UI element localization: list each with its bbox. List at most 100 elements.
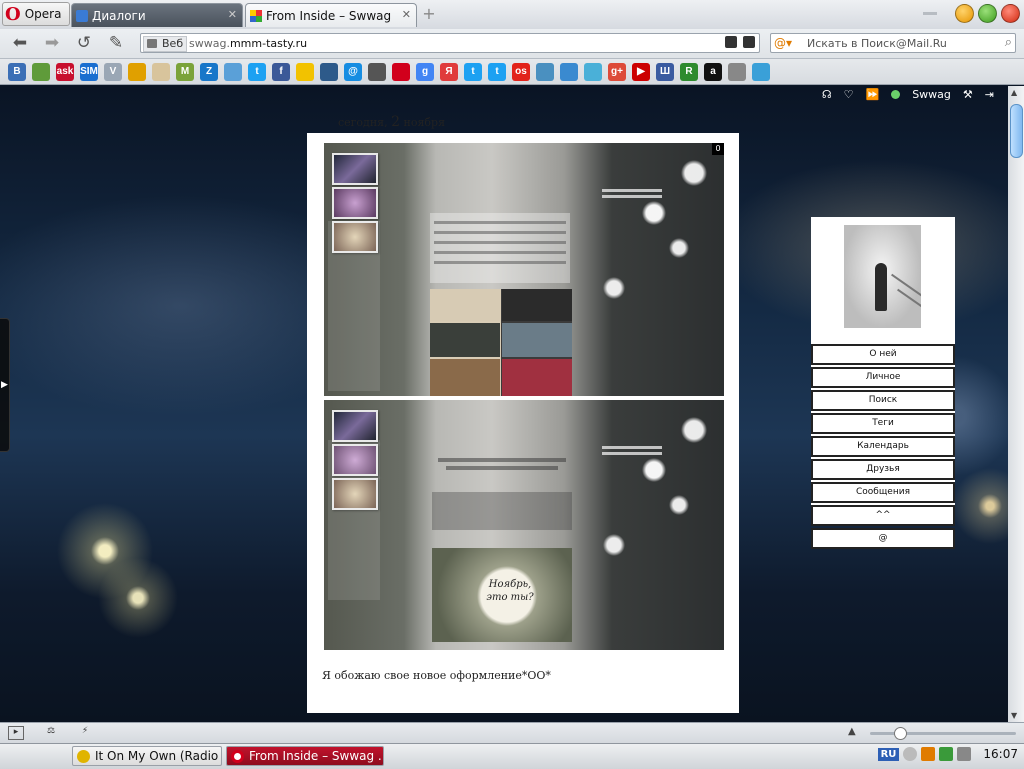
back-button[interactable]: ⬅ (10, 34, 30, 52)
fast-forward-icon[interactable]: ⏩ (866, 88, 880, 101)
search-field[interactable]: @▾ Искать в Поиск@Mail.Ru ⌕ (770, 33, 1016, 53)
bookmark-icon[interactable] (224, 62, 242, 81)
address-field[interactable]: Веб swwag.mmm-tasty.ru (140, 33, 760, 53)
tab-from-inside[interactable]: From Inside – Swwag ✕ (245, 3, 417, 27)
bookmark-icon[interactable]: a (704, 62, 722, 81)
sidebar-menu-item[interactable]: Теги (811, 413, 955, 434)
scroll-down-icon[interactable]: ▼ (1011, 711, 1017, 720)
opera-menu-button[interactable]: O Opera (2, 2, 70, 26)
bookmark-icon[interactable]: Ш (656, 62, 674, 81)
search-icon[interactable]: ⌕ (1005, 35, 1012, 50)
bookmark-icon[interactable]: ▶ (632, 62, 650, 81)
text-line (434, 241, 566, 244)
network-icon[interactable] (939, 747, 954, 761)
avatar[interactable] (844, 225, 921, 328)
side-panel-toggle[interactable]: ▶ (0, 318, 10, 452)
player-icon[interactable] (921, 747, 936, 761)
bookmark-icon[interactable]: V (104, 62, 122, 81)
close-tab-icon[interactable]: ✕ (402, 8, 411, 21)
vertical-scrollbar[interactable]: ▲ ▼ (1008, 86, 1024, 722)
sidebar-menu-item[interactable]: Друзья (811, 459, 955, 480)
web-page: ☊ ♡ ⏩ Swwag ⚒ ⇥ ▶ сегодня, 2 ноября 0 Но… (0, 86, 1008, 722)
sidebar-menu-item[interactable]: ^^ (811, 505, 955, 526)
bookmark-icon[interactable] (560, 62, 578, 81)
text-line (434, 221, 566, 224)
sidebar-menu-item[interactable]: Личное (811, 367, 955, 388)
web-scheme-badge[interactable]: Веб (143, 36, 188, 52)
bookmark-icon[interactable]: SIM (80, 62, 98, 81)
bookmark-icon[interactable] (584, 62, 602, 81)
bookmark-icon[interactable]: os (512, 62, 530, 81)
mail-ru-search-icon[interactable]: @▾ (774, 36, 798, 50)
bookmark-icon[interactable]: R (680, 62, 698, 81)
panel-toggle-icon[interactable]: ▸ (8, 726, 24, 740)
taskbar-item-music[interactable]: It On My Own (Radio ... (72, 746, 222, 766)
maximize-button[interactable] (978, 4, 997, 23)
logout-icon[interactable]: ⇥ (985, 88, 994, 101)
bookmark-icon[interactable] (728, 62, 746, 81)
language-indicator[interactable]: RU (877, 747, 900, 761)
bookmark-icon[interactable] (752, 62, 770, 81)
bookmark-icon[interactable]: f (272, 62, 290, 81)
close-tab-icon[interactable]: ✕ (228, 8, 237, 21)
bookmark-icon[interactable] (743, 36, 755, 48)
bookmark-icon[interactable] (368, 62, 386, 81)
bookmark-icon[interactable] (152, 62, 170, 81)
bookmark-icon[interactable]: Я (440, 62, 458, 81)
bookmark-icon[interactable]: t (248, 62, 266, 81)
bookmark-icon[interactable]: t (464, 62, 482, 81)
media-icon[interactable] (903, 747, 918, 761)
username-link[interactable]: Swwag (912, 88, 951, 101)
start-apple-icon[interactable] (20, 747, 42, 765)
scroll-up-icon[interactable]: ▲ (1011, 88, 1017, 97)
scroll-thumb[interactable] (1010, 104, 1023, 158)
bookmark-icon[interactable] (296, 62, 314, 81)
wand-icon[interactable]: ✎ (106, 34, 126, 52)
bookmark-icon[interactable]: M (176, 62, 194, 81)
transfer-icon[interactable]: ⚖ (44, 726, 58, 738)
text-line (434, 231, 566, 234)
sidebar-menu-item[interactable]: Календарь (811, 436, 955, 457)
figure-silhouette (875, 263, 887, 311)
date-month: ноября (403, 116, 446, 129)
bookmark-icon[interactable]: Z (200, 62, 218, 81)
bookmark-icon[interactable]: g (416, 62, 434, 81)
site-top-bar: ☊ ♡ ⏩ Swwag ⚒ ⇥ (822, 88, 994, 101)
zoom-knob[interactable] (894, 727, 907, 740)
settings-icon[interactable]: ⚒ (963, 88, 973, 101)
forward-button[interactable]: ➡ (42, 34, 62, 52)
rss-icon[interactable] (725, 36, 737, 48)
bookmark-icon[interactable] (128, 62, 146, 81)
bookmark-icon[interactable] (320, 62, 338, 81)
zoom-slider[interactable] (870, 727, 1016, 740)
bookmark-icon[interactable]: ask (56, 62, 74, 81)
close-window-button[interactable] (1001, 4, 1020, 23)
turbo-icon[interactable]: ⚡ (78, 726, 92, 738)
rss-icon[interactable]: ☊ (822, 88, 832, 101)
decor-panel (328, 221, 380, 391)
sidebar-menu-item[interactable]: @ (811, 528, 955, 549)
sidebar-menu-item[interactable]: Сообщения (811, 482, 955, 503)
bookmark-icon[interactable]: B (8, 62, 26, 81)
bookmark-icon[interactable] (32, 62, 50, 81)
minimize-button[interactable] (955, 4, 974, 23)
new-tab-button[interactable]: + (421, 6, 437, 23)
bookmark-icon[interactable] (536, 62, 554, 81)
bookmark-icon[interactable]: t (488, 62, 506, 81)
tab-list-icon[interactable] (923, 12, 937, 15)
reload-button[interactable]: ↺ (74, 34, 94, 52)
heart-icon[interactable]: ♡ (844, 88, 854, 101)
tab-title: Диалоги (92, 8, 146, 23)
zoom-options-icon[interactable]: ▲ (848, 726, 856, 737)
post-image-1[interactable]: 0 (324, 143, 724, 396)
sidebar-menu-item[interactable]: Поиск (811, 390, 955, 411)
bookmark-icon[interactable]: g+ (608, 62, 626, 81)
bookmark-icon[interactable] (392, 62, 410, 81)
bookmark-icon[interactable]: @ (344, 62, 362, 81)
volume-icon[interactable] (957, 747, 972, 761)
sidebar-menu-item[interactable]: О ней (811, 344, 955, 365)
comment-count-badge[interactable]: 0 (712, 143, 724, 155)
post-image-2[interactable]: Ноябрь, это ты? (324, 400, 724, 650)
tab-dialogs[interactable]: Диалоги ✕ (71, 3, 243, 27)
taskbar-item-opera[interactable]: From Inside – Swwag ... (226, 746, 384, 766)
